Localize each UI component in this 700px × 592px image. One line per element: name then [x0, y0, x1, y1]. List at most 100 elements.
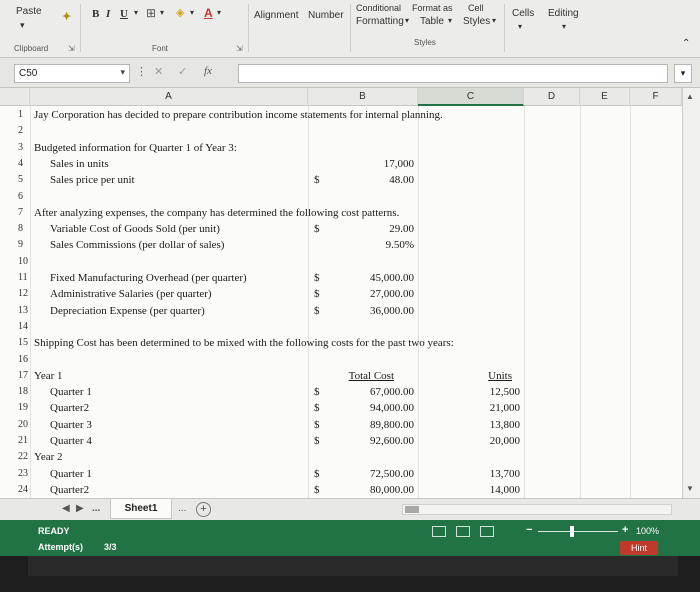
cell-b[interactable]: $	[314, 386, 320, 398]
cell-b[interactable]: $	[314, 484, 320, 496]
cell-c[interactable]: 72,500.00	[370, 468, 414, 480]
zoom-out-button[interactable]: −	[526, 524, 532, 536]
underline-dropdown-icon[interactable]: ▾	[134, 8, 138, 17]
cell-d[interactable]: 12,500	[490, 386, 520, 398]
cell-d[interactable]: 14,000	[490, 484, 520, 496]
row-number[interactable]: 7	[18, 207, 23, 218]
row-number[interactable]: 19	[18, 402, 28, 413]
cell-a[interactable]: Jay Corporation has decided to prepare c…	[34, 109, 443, 121]
cell-a[interactable]: After analyzing expenses, the company ha…	[34, 207, 399, 219]
column-header-e[interactable]: E	[580, 88, 630, 106]
cell-a[interactable]: Quarter 4	[50, 435, 92, 447]
cells-dropdown-icon[interactable]: ▾	[518, 22, 522, 31]
row-number[interactable]: 8	[18, 223, 23, 234]
worksheet-grid[interactable]: A B C D E F 1 Jay Corporation has decided…	[0, 88, 700, 498]
cell-a[interactable]: Variable Cost of Goods Sold (per unit)	[50, 223, 220, 235]
next-sheet-icon[interactable]: ▶	[76, 503, 84, 514]
row-number[interactable]: 17	[18, 370, 28, 381]
borders-dropdown-icon[interactable]: ▾	[160, 8, 164, 17]
formula-input[interactable]	[238, 64, 668, 83]
zoom-slider[interactable]	[538, 531, 618, 532]
zoom-in-button[interactable]: +	[622, 524, 628, 536]
insert-function-icon[interactable]: fx	[204, 65, 212, 77]
cell-c[interactable]: 9.50%	[386, 239, 414, 251]
horizontal-scrollbar[interactable]	[402, 504, 672, 515]
row-number[interactable]: 6	[18, 191, 23, 202]
row-number[interactable]: 3	[18, 142, 23, 153]
name-box-dropdown-icon[interactable]: ▾	[120, 67, 125, 78]
row-number[interactable]: 13	[18, 305, 28, 316]
row-number[interactable]: 21	[18, 435, 28, 446]
cell-c[interactable]: 94,000.00	[370, 402, 414, 414]
format-as-table-line1[interactable]: Format as	[412, 3, 453, 13]
cell-c[interactable]: 17,000	[384, 158, 414, 170]
row-number[interactable]: 15	[18, 337, 28, 348]
row-number[interactable]: 22	[18, 451, 28, 462]
bold-button[interactable]: B	[92, 8, 99, 20]
font-launcher-icon[interactable]: ⇲	[236, 44, 243, 53]
page-break-view-icon[interactable]	[480, 526, 494, 537]
editing-button[interactable]: Editing	[548, 8, 579, 19]
row-number[interactable]: 12	[18, 288, 28, 299]
cell-c[interactable]: 45,000.00	[370, 272, 414, 284]
scroll-down-icon[interactable]: ▼	[686, 484, 694, 493]
cells-button[interactable]: Cells	[512, 8, 534, 19]
borders-icon[interactable]: ⊞	[146, 6, 156, 20]
cell-d[interactable]: 21,000	[490, 402, 520, 414]
cell-d[interactable]: 13,800	[490, 419, 520, 431]
zoom-slider-thumb[interactable]	[570, 526, 574, 537]
column-header-b[interactable]: B	[308, 88, 418, 106]
cell-c[interactable]: 36,000.00	[370, 305, 414, 317]
cell-b[interactable]: $	[314, 305, 320, 317]
cell-c[interactable]: 92,600.00	[370, 435, 414, 447]
paste-button[interactable]: Paste	[16, 6, 42, 17]
row-number[interactable]: 24	[18, 484, 28, 495]
cell-c[interactable]: 67,000.00	[370, 386, 414, 398]
fill-color-icon[interactable]: ◈	[176, 6, 184, 19]
row-number[interactable]: 2	[18, 125, 23, 136]
cancel-icon[interactable]: ✕	[154, 65, 163, 78]
column-header-d[interactable]: D	[524, 88, 580, 106]
row-number[interactable]: 9	[18, 239, 23, 250]
row-number[interactable]: 11	[18, 272, 28, 283]
clipboard-launcher-icon[interactable]: ⇲	[68, 44, 75, 53]
sheet-tab-sheet1[interactable]: Sheet1	[110, 499, 172, 519]
page-layout-view-icon[interactable]	[456, 526, 470, 537]
row-number[interactable]: 5	[18, 174, 23, 185]
sheet-ellipsis-right[interactable]: ...	[178, 503, 186, 514]
cell-b[interactable]: $	[314, 435, 320, 447]
sheet-ellipsis-left[interactable]: ...	[92, 503, 100, 514]
row-number[interactable]: 16	[18, 354, 28, 365]
cell-a[interactable]: Sales Commissions (per dollar of sales)	[50, 239, 224, 251]
collapse-ribbon-icon[interactable]: ⌃	[682, 38, 690, 49]
select-all-corner[interactable]	[0, 88, 30, 106]
row-number[interactable]: 10	[18, 256, 28, 267]
cell-a[interactable]: Quarter2	[50, 402, 89, 414]
cell-a[interactable]: Quarter 1	[50, 468, 92, 480]
font-color-icon[interactable]: A	[204, 6, 213, 20]
normal-view-icon[interactable]	[432, 526, 446, 537]
column-header-f[interactable]: F	[630, 88, 682, 106]
cell-a[interactable]: Budgeted information for Quarter 1 of Ye…	[34, 142, 237, 154]
prev-sheet-icon[interactable]: ◀	[62, 503, 70, 514]
cell-a[interactable]: Quarter 3	[50, 419, 92, 431]
cell-d[interactable]: Units	[488, 370, 512, 382]
format-as-table-button[interactable]: Table	[420, 16, 444, 27]
row-number[interactable]: 4	[18, 158, 23, 169]
cell-a[interactable]: Year 2	[34, 451, 63, 463]
cell-b[interactable]: $	[314, 402, 320, 414]
cell-styles-line1[interactable]: Cell	[468, 3, 484, 13]
row-number[interactable]: 23	[18, 468, 28, 479]
cell-a[interactable]: Year 1	[34, 370, 63, 382]
cell-c[interactable]: Total Cost	[349, 370, 394, 382]
fill-color-dropdown-icon[interactable]: ▾	[190, 8, 194, 17]
row-number[interactable]: 18	[18, 386, 28, 397]
row-number[interactable]: 14	[18, 321, 28, 332]
cell-c[interactable]: 80,000.00	[370, 484, 414, 496]
cell-d[interactable]: 20,000	[490, 435, 520, 447]
cell-a[interactable]: Depreciation Expense (per quarter)	[50, 305, 205, 317]
editing-dropdown-icon[interactable]: ▾	[562, 22, 566, 31]
cell-a[interactable]: Administrative Salaries (per quarter)	[50, 288, 212, 300]
horizontal-scroll-thumb[interactable]	[405, 506, 419, 513]
cell-b[interactable]: $	[314, 419, 320, 431]
